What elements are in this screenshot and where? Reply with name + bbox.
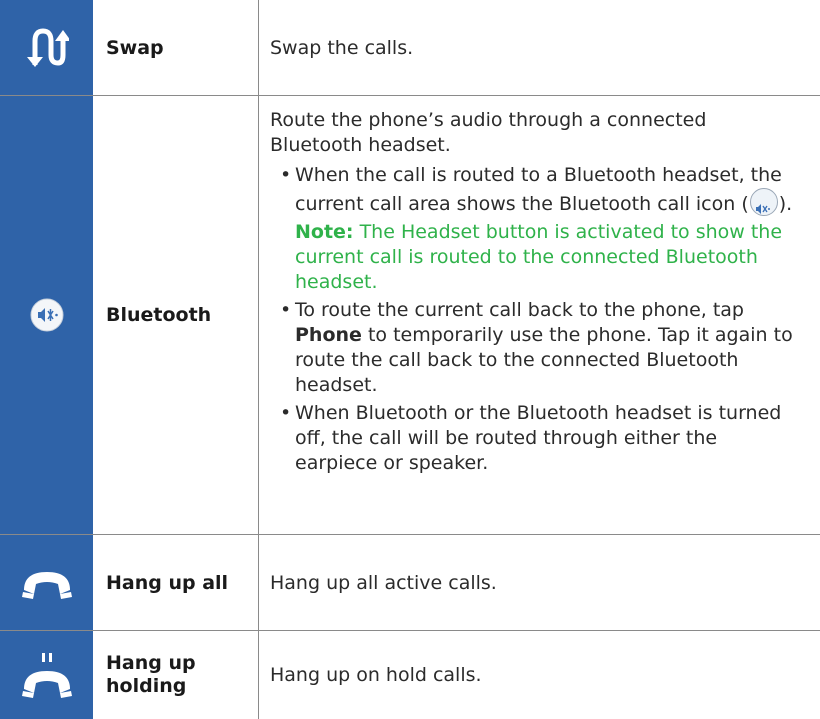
phone-keyword: Phone	[295, 324, 362, 346]
row-name: Hang up holding	[93, 631, 258, 719]
row-description: Swap the calls.	[258, 0, 820, 95]
hang-up-holding-icon	[21, 653, 72, 698]
icon-cell	[0, 96, 93, 534]
bluetooth-audio-icon	[30, 298, 63, 332]
intro-text: Route the phone’s audio through a connec…	[270, 109, 707, 156]
bullet-routed-bluetooth: When the call is routed to a Bluetooth h…	[270, 163, 802, 217]
row-description: Hang up all active calls.	[258, 535, 820, 630]
table-row-bluetooth: Bluetooth Route the phone’s audio throug…	[0, 96, 820, 535]
row-name: Swap	[93, 0, 258, 95]
hang-up-icon	[21, 571, 72, 599]
icon-cell	[0, 535, 93, 630]
swap-arrows-icon	[26, 27, 69, 67]
table-row-hang-up-all: Hang up all Hang up all active calls.	[0, 535, 820, 631]
icon-cell	[0, 0, 93, 95]
bluetooth-call-icon	[749, 188, 778, 216]
bullet-route-back: To route the current call back to the ph…	[270, 298, 802, 398]
icon-cell	[0, 631, 93, 719]
row-description: Hang up on hold calls.	[258, 631, 820, 719]
row-name: Bluetooth	[93, 96, 258, 534]
note-text: The Headset button is activated to show …	[295, 221, 783, 293]
table-row-hang-up-holding: Hang up holding Hang up on hold calls.	[0, 631, 820, 719]
bullet-text-end: to temporarily use the phone. Tap it aga…	[295, 324, 793, 396]
bullet-text: To route the current call back to the ph…	[295, 299, 744, 321]
row-name: Hang up all	[93, 535, 258, 630]
table-row-swap: Swap Swap the calls.	[0, 0, 820, 96]
call-options-table: Swap Swap the calls. Bluetooth Route the…	[0, 0, 820, 719]
bullet-text: When the call is routed to a Bluetooth h…	[295, 164, 782, 215]
row-description: Route the phone’s audio through a connec…	[258, 96, 820, 534]
note-label: Note:	[295, 221, 354, 243]
bullet-turned-off: When Bluetooth or the Bluetooth headset …	[270, 401, 802, 476]
note: Note: The Headset button is activated to…	[270, 220, 802, 295]
bullet-text-end: ).	[778, 193, 793, 215]
